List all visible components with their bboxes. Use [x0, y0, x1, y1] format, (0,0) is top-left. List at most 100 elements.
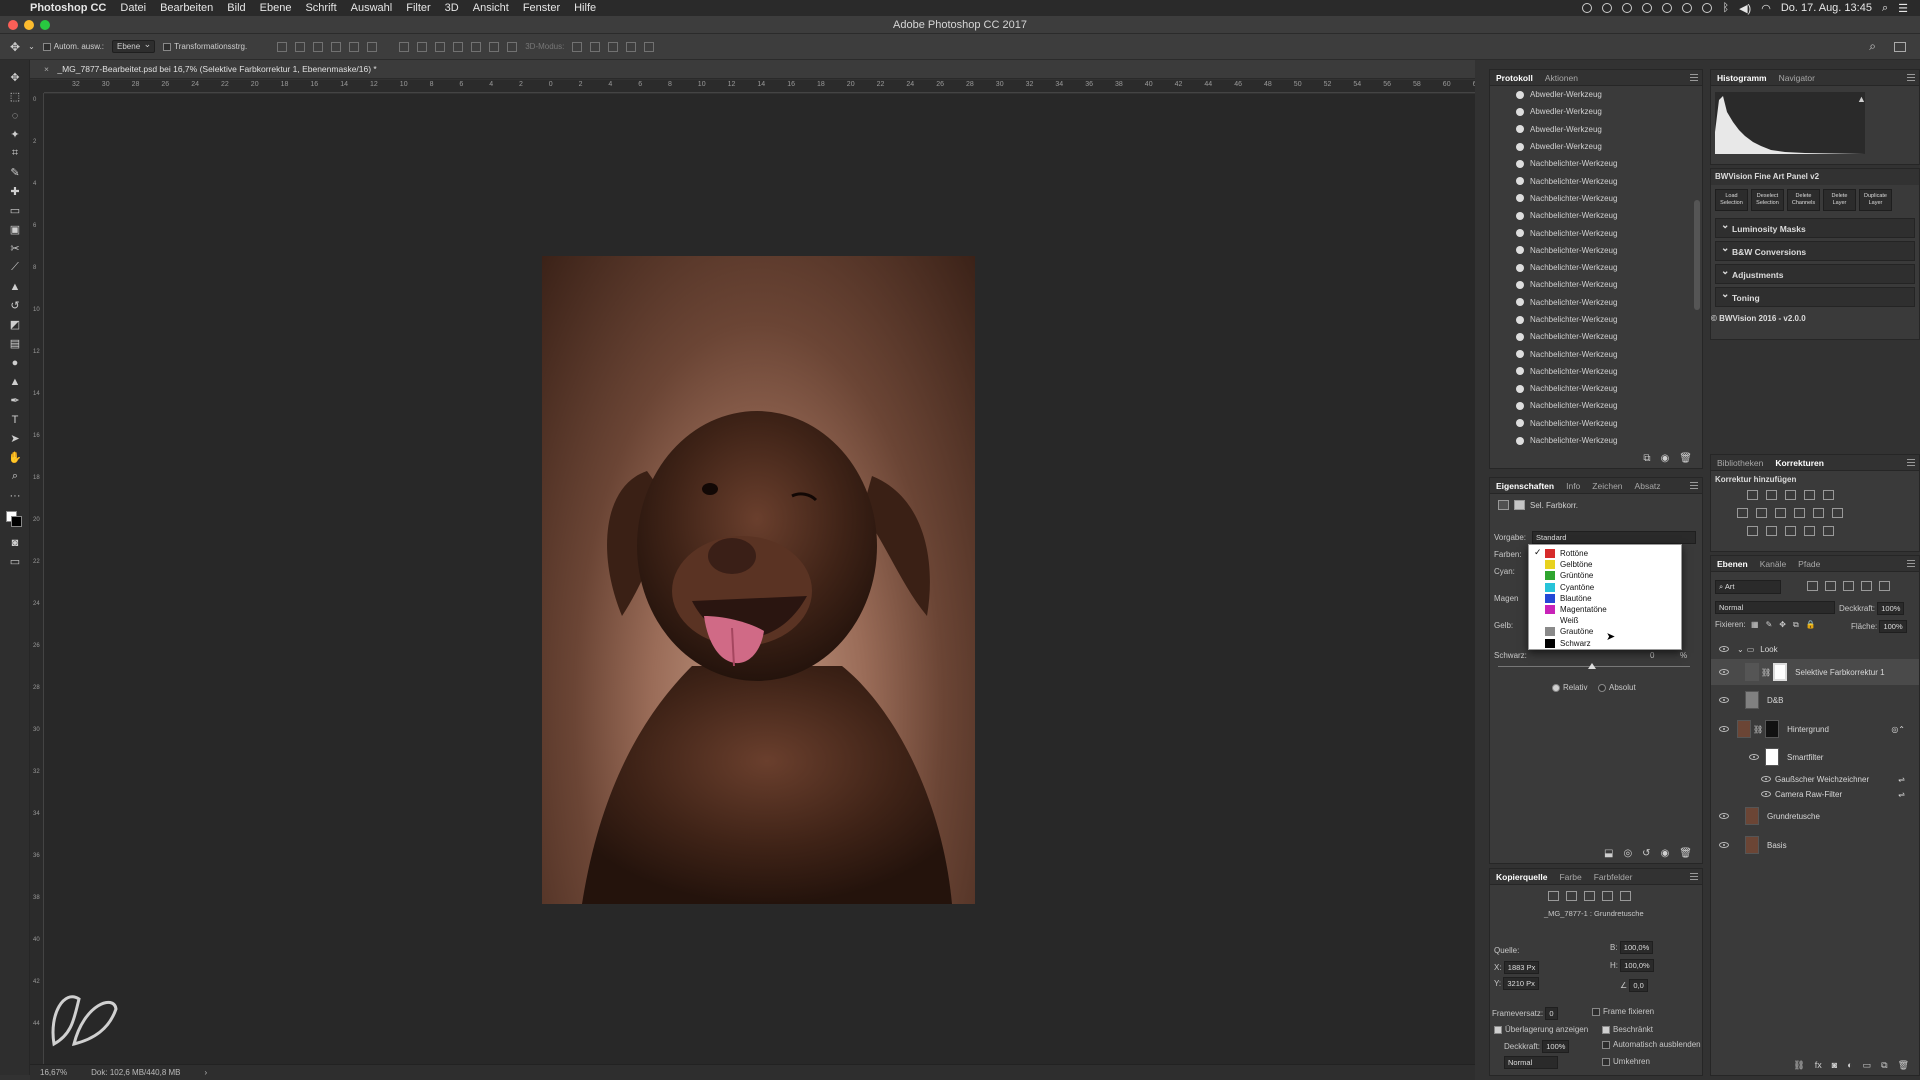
new-adjustment-icon[interactable]: ◐ — [1847, 1060, 1852, 1071]
tab-farbfelder[interactable]: Farbfelder — [1594, 872, 1633, 882]
menu-datei[interactable]: Datei — [120, 2, 146, 14]
history-state[interactable]: Nachbelichter-Werkzeug — [1490, 224, 1702, 241]
history-state[interactable]: Abwedler-Werkzeug — [1490, 138, 1702, 155]
color-lookup-icon[interactable] — [1832, 508, 1843, 518]
expand-chevron-icon[interactable]: ⌄ — [1737, 645, 1744, 654]
auto-align-icon[interactable] — [507, 41, 518, 52]
spotlight-icon[interactable]: ⌕ — [1882, 2, 1888, 15]
vibrance-icon[interactable] — [1823, 490, 1834, 500]
notification-center-icon[interactable]: ☰ — [1898, 2, 1908, 15]
overlay-blend-dropdown[interactable]: Normal — [1504, 1056, 1558, 1069]
tab-aktionen[interactable]: Aktionen — [1545, 73, 1578, 83]
filter-type-icon[interactable] — [1843, 581, 1854, 591]
layer-filter-dropdown[interactable]: ⌕ Art — [1715, 580, 1781, 594]
menu-app[interactable]: Photoshop CC — [30, 2, 106, 14]
history-scrollbar[interactable] — [1694, 200, 1700, 310]
tab-kopierquelle[interactable]: Kopierquelle — [1496, 872, 1547, 882]
zoom-level[interactable]: 16,67% — [40, 1065, 67, 1080]
history-state[interactable]: Nachbelichter-Werkzeug — [1490, 432, 1702, 446]
fill-field[interactable]: 100% — [1879, 620, 1907, 633]
layer-smartfilter[interactable]: Smartfilter — [1711, 744, 1919, 770]
zoom-window-button[interactable] — [40, 20, 50, 30]
lock-pixels-icon[interactable]: ✎ — [1766, 620, 1773, 630]
visibility-eye-icon[interactable] — [1761, 791, 1771, 797]
distribute-left-icon[interactable] — [453, 41, 464, 52]
background-color-swatch[interactable] — [11, 516, 22, 527]
tab-bibliotheken[interactable]: Bibliotheken — [1717, 458, 1763, 468]
blur-tool[interactable]: ● — [0, 353, 30, 372]
chevron-right-icon[interactable]: › — [205, 1065, 208, 1080]
history-state[interactable]: Nachbelichter-Werkzeug — [1490, 397, 1702, 414]
visibility-eye-icon[interactable] — [1719, 646, 1729, 652]
history-state[interactable]: Nachbelichter-Werkzeug — [1490, 207, 1702, 224]
close-tab-icon[interactable]: × — [44, 64, 49, 74]
align-left-icon[interactable] — [331, 41, 342, 52]
close-window-button[interactable] — [8, 20, 18, 30]
layer-hintergrund[interactable]: ⛓ Hintergrund ◎⌃ — [1711, 716, 1919, 742]
filter-gaussian-blur[interactable]: Gaußscher Weichzeichner ⇌ — [1711, 772, 1919, 786]
search-icon[interactable]: ⌕ — [1869, 39, 1876, 54]
bwvision-button[interactable]: Delete Channels — [1787, 189, 1820, 211]
y-field[interactable]: 3210 Px — [1503, 977, 1539, 990]
overlay-opacity-field[interactable]: 100% — [1542, 1040, 1570, 1053]
absolute-radio[interactable]: Absolut — [1598, 683, 1636, 692]
color-option[interactable]: Cyantöne — [1529, 582, 1681, 593]
history-state[interactable]: Nachbelichter-Werkzeug — [1490, 328, 1702, 345]
3d-slide-icon[interactable] — [626, 41, 637, 52]
menu-3d[interactable]: 3D — [445, 2, 459, 14]
black-value[interactable]: 0 — [1650, 651, 1654, 660]
transform-controls-checkbox[interactable]: Transformationsstrg. — [163, 42, 247, 51]
move-tool[interactable]: ✥ — [0, 68, 30, 87]
time-machine-icon[interactable] — [1682, 3, 1693, 13]
photo-filter-icon[interactable] — [1794, 508, 1805, 518]
layer-mask-thumbnail[interactable] — [1765, 720, 1780, 738]
3d-rotate-icon[interactable] — [572, 41, 583, 52]
selective-color-icon[interactable] — [1823, 526, 1834, 536]
lock-frame-checkbox[interactable]: Frame fixieren — [1592, 1007, 1654, 1016]
menu-auswahl[interactable]: Auswahl — [351, 2, 393, 14]
curves-icon[interactable] — [1785, 490, 1796, 500]
posterize-icon[interactable] — [1766, 526, 1777, 536]
color-option[interactable]: Weiß — [1529, 615, 1681, 626]
menu-hilfe[interactable]: Hilfe — [574, 2, 596, 14]
visibility-eye-icon[interactable] — [1719, 726, 1729, 732]
layer-mask-thumbnail[interactable] — [1773, 663, 1788, 681]
align-right-icon[interactable] — [367, 41, 378, 52]
filter-smart-object-icon[interactable] — [1879, 581, 1890, 591]
panel-menu-icon[interactable] — [1907, 560, 1915, 567]
path-selection-tool[interactable]: ➤ — [0, 429, 30, 448]
tab-korrekturen[interactable]: Korrekturen — [1775, 458, 1824, 468]
history-state[interactable]: Nachbelichter-Werkzeug — [1490, 380, 1702, 397]
history-state[interactable]: Nachbelichter-Werkzeug — [1490, 276, 1702, 293]
gradient-tool[interactable]: ▤ — [0, 334, 30, 353]
tab-histogramm[interactable]: Histogramm — [1717, 73, 1767, 83]
history-state[interactable]: Nachbelichter-Werkzeug — [1490, 190, 1702, 207]
panel-menu-icon[interactable] — [1690, 873, 1698, 880]
bluetooth-icon[interactable]: ᛒ — [1722, 2, 1729, 14]
user-icon[interactable] — [1642, 3, 1653, 13]
history-state[interactable]: Nachbelichter-Werkzeug — [1490, 294, 1702, 311]
screen-mode-icon[interactable]: ▭ — [0, 552, 30, 571]
align-top-icon[interactable] — [277, 41, 288, 52]
smart-filter-mask-thumbnail[interactable] — [1765, 748, 1779, 766]
clipped-checkbox[interactable]: Beschränkt — [1602, 1025, 1653, 1034]
black-white-icon[interactable] — [1775, 508, 1786, 518]
history-state[interactable]: Abwedler-Werkzeug — [1490, 103, 1702, 120]
brightness-icon[interactable] — [1747, 490, 1758, 500]
type-tool[interactable]: T — [0, 410, 30, 429]
fx-icon[interactable]: fx — [1815, 1060, 1822, 1071]
blend-mode-dropdown[interactable]: Normal — [1715, 601, 1835, 614]
menu-ebene[interactable]: Ebene — [260, 2, 292, 14]
history-state[interactable]: Nachbelichter-Werkzeug — [1490, 363, 1702, 380]
zoom-tool[interactable]: ⌕ — [0, 467, 30, 486]
brush-tool[interactable]: ⟋ — [0, 258, 30, 277]
lock-artboard-icon[interactable]: ⧉ — [1793, 620, 1799, 630]
filter-pixel-icon[interactable] — [1807, 581, 1818, 591]
add-mask-icon[interactable]: ◙ — [1832, 1060, 1837, 1071]
3d-scale-icon[interactable] — [644, 41, 655, 52]
panel-menu-icon[interactable] — [1690, 74, 1698, 81]
snapshot-icon[interactable]: ◉ — [1661, 453, 1670, 464]
panel-menu-icon[interactable] — [1907, 74, 1915, 81]
tab-pfade[interactable]: Pfade — [1798, 559, 1820, 569]
angle-field[interactable]: 0,0 — [1629, 979, 1648, 992]
